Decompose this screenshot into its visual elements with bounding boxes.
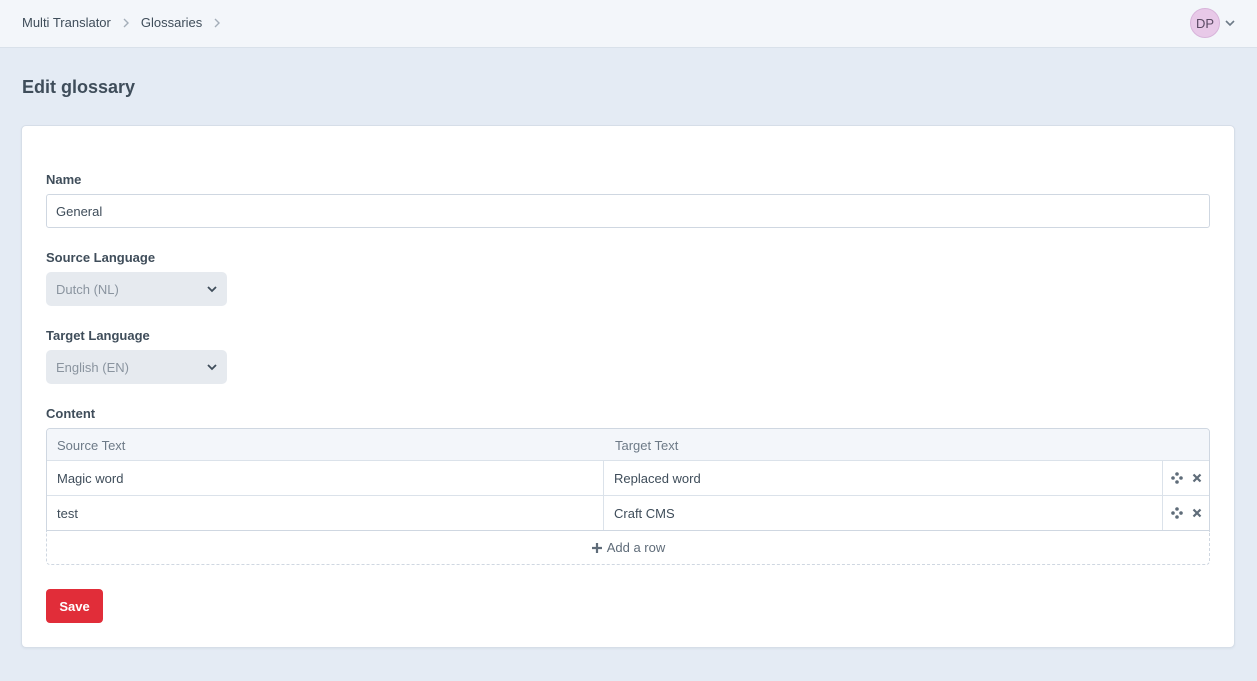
breadcrumb-item-multi-translator[interactable]: Multi Translator xyxy=(22,15,111,30)
edit-glossary-form: Name Source Language Dutch (NL) Target L… xyxy=(21,125,1235,648)
source-language-select[interactable]: Dutch (NL) xyxy=(46,272,227,306)
source-text-cell[interactable]: Magic word xyxy=(57,471,123,486)
top-bar: Multi Translator Glossaries DP xyxy=(0,0,1257,48)
account-menu[interactable]: DP xyxy=(1190,8,1237,38)
page-title: Edit glossary xyxy=(22,77,136,97)
content-label: Content xyxy=(46,406,96,421)
add-row-button[interactable]: Add a row xyxy=(46,531,1210,565)
chevron-down-icon xyxy=(205,282,219,296)
source-language-value: Dutch (NL) xyxy=(56,281,119,297)
add-row-label: Add a row xyxy=(606,540,666,555)
chevron-down-icon xyxy=(205,360,219,374)
delete-icon[interactable] xyxy=(1190,471,1204,485)
content-table: Source Text Target Text Magic word Repla… xyxy=(46,428,1210,531)
column-header-target-text: Target Text xyxy=(615,438,679,453)
move-icon[interactable] xyxy=(1170,471,1184,485)
table-header: Source Text Target Text xyxy=(47,429,1209,461)
breadcrumb: Multi Translator Glossaries xyxy=(22,15,232,30)
source-language-label: Source Language xyxy=(46,250,156,265)
name-field[interactable] xyxy=(46,194,1210,228)
move-icon[interactable] xyxy=(1170,506,1184,520)
table-row: test Craft CMS xyxy=(47,496,1209,530)
name-label: Name xyxy=(46,172,82,187)
chevron-down-icon[interactable] xyxy=(1223,16,1237,30)
breadcrumb-item-glossaries[interactable]: Glossaries xyxy=(141,15,202,30)
plus-icon xyxy=(591,542,603,554)
source-text-cell[interactable]: test xyxy=(57,506,78,521)
chevron-right-icon xyxy=(119,16,133,30)
table-row: Magic word Replaced word xyxy=(47,461,1209,496)
target-language-value: English (EN) xyxy=(56,359,129,375)
target-text-cell[interactable]: Replaced word xyxy=(614,471,701,486)
save-button[interactable]: Save xyxy=(46,589,103,623)
target-language-label: Target Language xyxy=(46,328,150,343)
target-language-select[interactable]: English (EN) xyxy=(46,350,227,384)
column-header-source-text: Source Text xyxy=(57,438,126,453)
delete-icon[interactable] xyxy=(1190,506,1204,520)
target-text-cell[interactable]: Craft CMS xyxy=(614,506,675,521)
avatar[interactable]: DP xyxy=(1190,8,1220,38)
chevron-right-icon xyxy=(210,16,224,30)
